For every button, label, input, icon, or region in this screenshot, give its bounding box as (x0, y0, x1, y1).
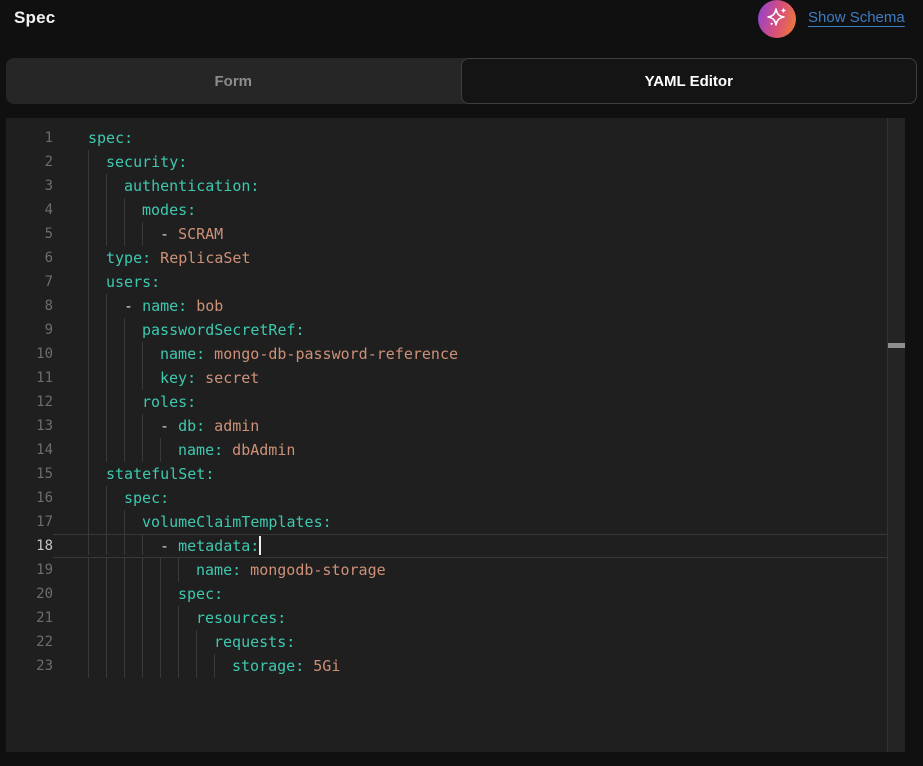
code-content[interactable]: type: ReplicaSet (53, 246, 905, 270)
code-line[interactable]: 6type: ReplicaSet (6, 246, 905, 270)
line-number: 2 (6, 150, 53, 174)
line-number: 12 (6, 390, 53, 414)
line-number: 11 (6, 366, 53, 390)
code-content[interactable]: resources: (53, 606, 905, 630)
ai-assist-button[interactable] (758, 0, 796, 38)
line-number: 7 (6, 270, 53, 294)
header: Spec Show Schema (0, 0, 923, 58)
text-cursor (259, 536, 261, 555)
code-line[interactable]: 4modes: (6, 198, 905, 222)
editor-scrollbar[interactable] (887, 118, 905, 752)
code-content[interactable]: key: secret (53, 366, 905, 390)
code-line[interactable]: 15statefulSet: (6, 462, 905, 486)
code-content[interactable]: name: mongodb-storage (53, 558, 905, 582)
code-content[interactable]: name: mongo-db-password-reference (53, 342, 905, 366)
code-line[interactable]: 16spec: (6, 486, 905, 510)
code-line[interactable]: 20spec: (6, 582, 905, 606)
line-number: 3 (6, 174, 53, 198)
line-number: 22 (6, 630, 53, 654)
line-number: 5 (6, 222, 53, 246)
code-content[interactable]: passwordSecretRef: (53, 318, 905, 342)
code-content[interactable]: users: (53, 270, 905, 294)
line-number: 10 (6, 342, 53, 366)
code-line[interactable]: 7users: (6, 270, 905, 294)
code-content[interactable]: roles: (53, 390, 905, 414)
code-line[interactable]: 2security: (6, 150, 905, 174)
code-line[interactable]: 12roles: (6, 390, 905, 414)
code-line[interactable]: 23storage: 5Gi (6, 654, 905, 678)
code-content[interactable]: - db: admin (53, 414, 905, 438)
yaml-code-editor[interactable]: 1spec:2security:3authentication:4modes:5… (6, 118, 905, 752)
sparkles-icon (765, 5, 789, 34)
line-number: 19 (6, 558, 53, 582)
code-line[interactable]: 13- db: admin (6, 414, 905, 438)
code-line[interactable]: 19name: mongodb-storage (6, 558, 905, 582)
scroll-cursor-marker (888, 343, 905, 348)
line-number: 23 (6, 654, 53, 678)
code-line[interactable]: 17volumeClaimTemplates: (6, 510, 905, 534)
code-line[interactable]: 14name: dbAdmin (6, 438, 905, 462)
page-title: Spec (14, 8, 55, 28)
spec-page: Spec Show Schema Form YAML Editor 1spec:… (0, 0, 923, 766)
code-content[interactable]: spec: (53, 126, 905, 150)
code-content[interactable]: - name: bob (53, 294, 905, 318)
view-mode-tabs: Form YAML Editor (6, 58, 917, 104)
code-content[interactable]: spec: (53, 582, 905, 606)
line-number: 4 (6, 198, 53, 222)
line-number: 21 (6, 606, 53, 630)
line-number: 15 (6, 462, 53, 486)
line-number: 14 (6, 438, 53, 462)
line-number: 9 (6, 318, 53, 342)
code-line[interactable]: 22requests: (6, 630, 905, 654)
code-content[interactable]: security: (53, 150, 905, 174)
code-line[interactable]: 1spec: (6, 126, 905, 150)
code-content[interactable]: volumeClaimTemplates: (53, 510, 905, 534)
line-number: 8 (6, 294, 53, 318)
code-content[interactable]: - SCRAM (53, 222, 905, 246)
code-content[interactable]: - metadata: (53, 534, 905, 558)
line-number: 20 (6, 582, 53, 606)
line-number: 1 (6, 126, 53, 150)
line-number: 13 (6, 414, 53, 438)
show-schema-link[interactable]: Show Schema (808, 9, 905, 26)
code-content[interactable]: requests: (53, 630, 905, 654)
tab-yaml-editor[interactable]: YAML Editor (461, 58, 918, 104)
code-line[interactable]: 10name: mongo-db-password-reference (6, 342, 905, 366)
tab-form[interactable]: Form (6, 58, 461, 104)
code-lines: 1spec:2security:3authentication:4modes:5… (6, 118, 905, 678)
code-line[interactable]: 9passwordSecretRef: (6, 318, 905, 342)
code-line[interactable]: 8- name: bob (6, 294, 905, 318)
code-content[interactable]: statefulSet: (53, 462, 905, 486)
code-line[interactable]: 5- SCRAM (6, 222, 905, 246)
code-content[interactable]: modes: (53, 198, 905, 222)
code-line[interactable]: 18- metadata: (6, 534, 905, 558)
code-content[interactable]: authentication: (53, 174, 905, 198)
line-number: 17 (6, 510, 53, 534)
code-content[interactable]: spec: (53, 486, 905, 510)
line-number: 6 (6, 246, 53, 270)
code-line[interactable]: 3authentication: (6, 174, 905, 198)
line-number: 18 (6, 534, 53, 558)
code-line[interactable]: 11key: secret (6, 366, 905, 390)
code-content[interactable]: name: dbAdmin (53, 438, 905, 462)
code-content[interactable]: storage: 5Gi (53, 654, 905, 678)
line-number: 16 (6, 486, 53, 510)
code-line[interactable]: 21resources: (6, 606, 905, 630)
